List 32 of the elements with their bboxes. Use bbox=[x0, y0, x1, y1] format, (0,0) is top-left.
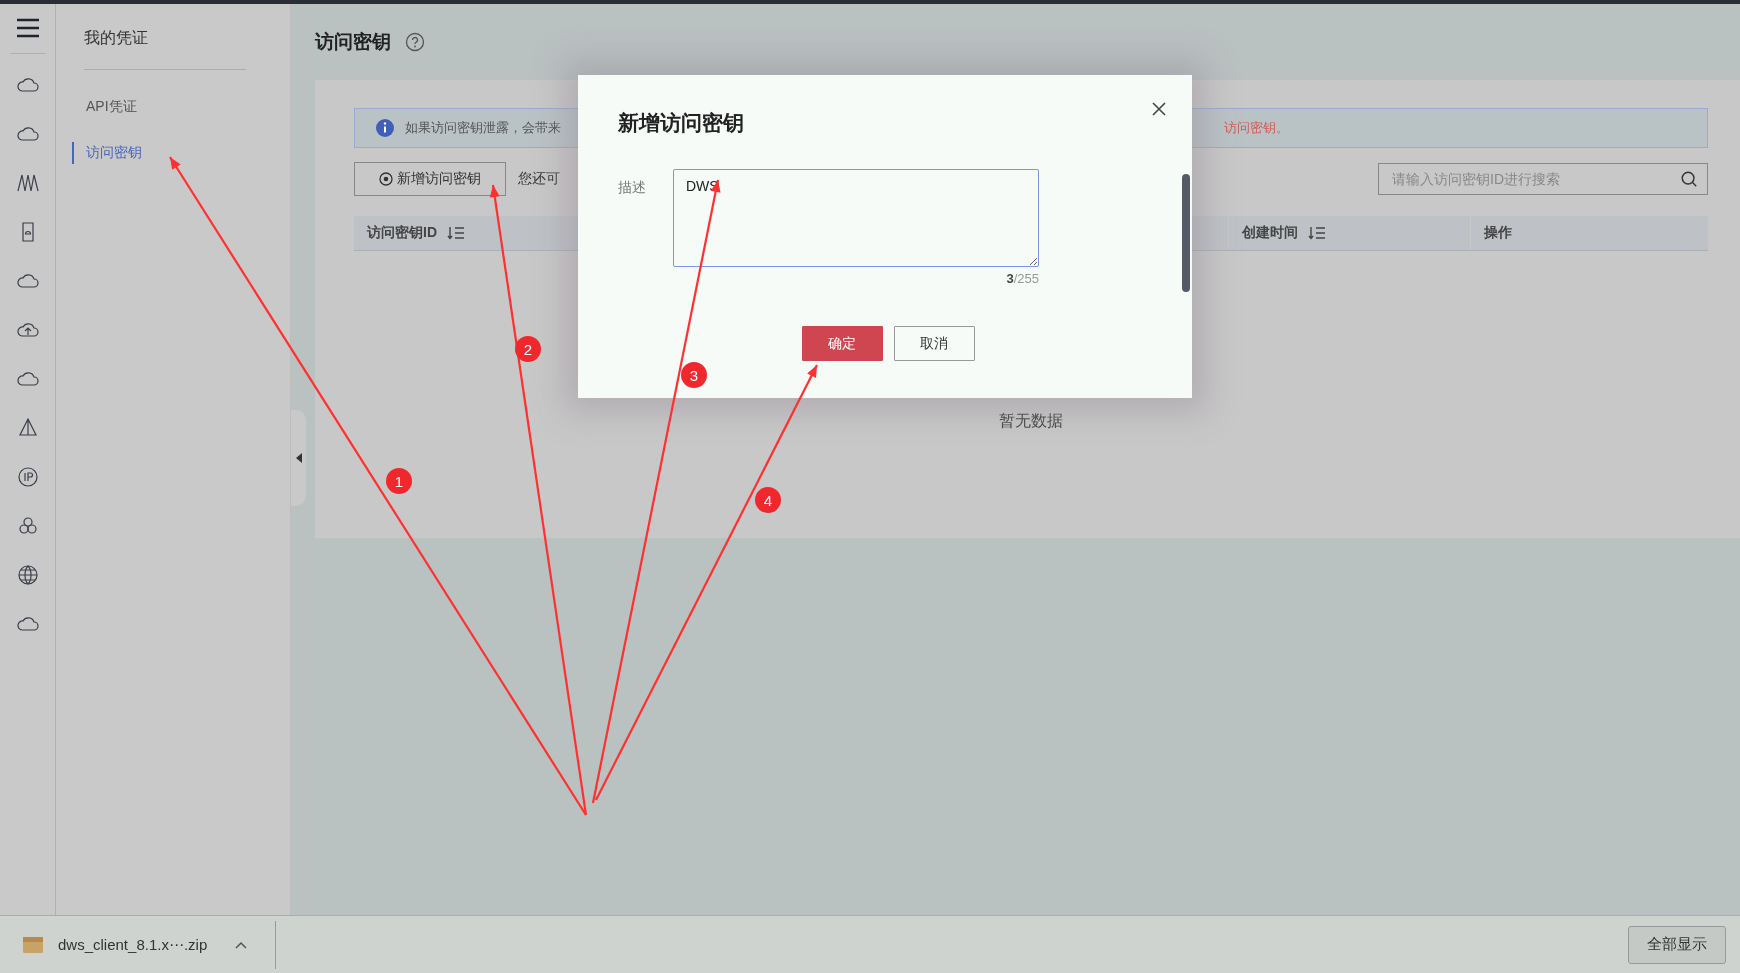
dialog-title: 新增访问密钥 bbox=[618, 110, 745, 136]
download-file[interactable]: dws_client_8.1.x⋯.zip bbox=[58, 935, 208, 954]
caret-icon[interactable] bbox=[235, 940, 248, 949]
empty-text: 暂无数据 bbox=[999, 411, 1063, 431]
scrollbar-thumb[interactable] bbox=[1182, 174, 1190, 292]
quota-text: 您还可 bbox=[518, 170, 560, 188]
char-counter: 3/255 bbox=[1006, 271, 1039, 286]
globe-icon[interactable] bbox=[15, 563, 40, 587]
sort-icon[interactable] bbox=[1308, 226, 1326, 240]
column-header: 创建时间 bbox=[1242, 224, 1298, 242]
nav-title: 我的凭证 bbox=[84, 28, 149, 48]
column-header: 访问密钥ID bbox=[367, 224, 437, 242]
search-field[interactable]: 请输入访问密钥ID进行搜索 bbox=[1378, 163, 1708, 195]
notice-text: 如果访问密钥泄露，会带来 bbox=[405, 119, 561, 137]
menu-icon[interactable] bbox=[15, 18, 40, 38]
close-icon[interactable] bbox=[1152, 102, 1166, 116]
column-header: 操作 bbox=[1484, 224, 1512, 242]
search-icon[interactable] bbox=[1680, 170, 1698, 188]
sort-icon[interactable] bbox=[447, 226, 465, 240]
collapse-handle[interactable] bbox=[291, 410, 306, 506]
show-all-button[interactable]: 全部显示 bbox=[1628, 925, 1726, 964]
confirm-button[interactable]: 确定 bbox=[801, 326, 883, 361]
help-icon[interactable] bbox=[405, 32, 425, 52]
archive-icon bbox=[22, 935, 44, 954]
field-label: 描述 bbox=[618, 178, 647, 197]
add-circle-icon bbox=[379, 172, 393, 186]
nav-item[interactable]: API凭证 bbox=[72, 96, 290, 118]
ip-icon[interactable] bbox=[15, 465, 40, 489]
info-icon bbox=[375, 118, 395, 138]
page-title: 访问密钥 bbox=[315, 30, 391, 54]
add-key-button[interactable]: 新增访问密钥 bbox=[354, 162, 506, 196]
cancel-button[interactable]: 取消 bbox=[893, 326, 975, 361]
